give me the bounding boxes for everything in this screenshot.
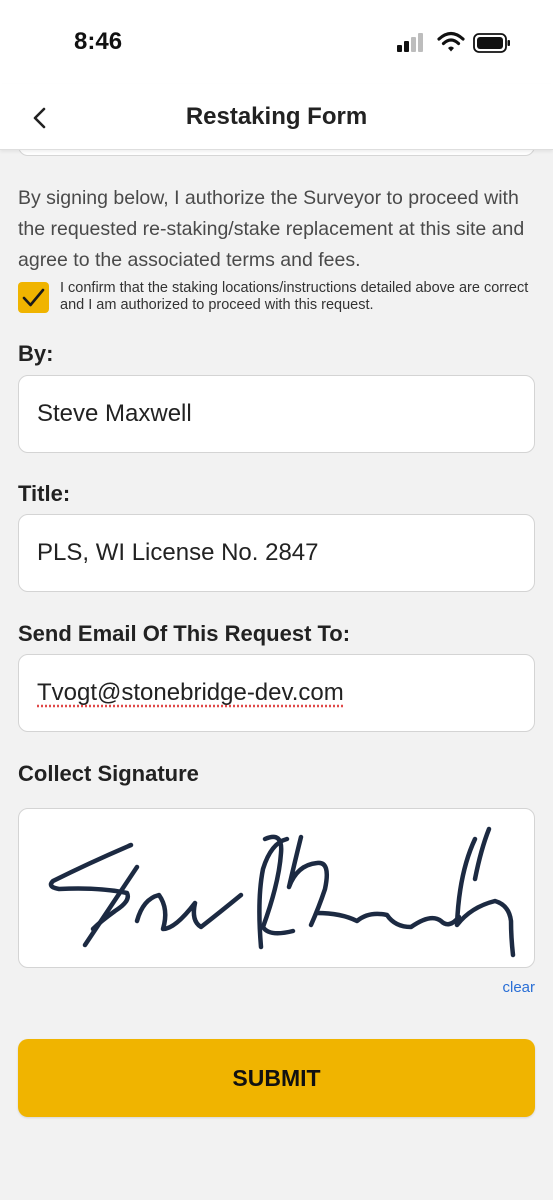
signature-pad[interactable] — [18, 808, 535, 968]
email-field[interactable]: Tvogt@stonebridge-dev.com — [18, 654, 535, 732]
clear-signature-link[interactable]: clear — [502, 979, 535, 996]
submit-button[interactable]: SUBMIT — [18, 1039, 535, 1117]
by-label: By: — [18, 341, 54, 366]
title-value: PLS, WI License No. 2847 — [37, 539, 319, 566]
status-bar: 8:46 — [0, 0, 553, 84]
email-label: Send Email Of This Request To: — [18, 621, 351, 646]
title-label: Title: — [18, 481, 71, 506]
previous-field[interactable] — [18, 150, 535, 156]
cellular-signal-icon — [397, 33, 423, 52]
confirm-checkbox[interactable] — [18, 282, 49, 313]
authorization-text: By signing below, I authorize the Survey… — [18, 187, 525, 271]
checkmark-icon — [22, 288, 45, 307]
form-content[interactable]: By signing below, I authorize the Survey… — [0, 150, 553, 1200]
page-title: Restaking Form — [185, 103, 368, 130]
handwritten-signature — [48, 826, 516, 958]
status-time: 8:46 — [74, 28, 123, 55]
by-field[interactable]: Steve Maxwell — [18, 375, 535, 453]
navigation-bar: Restaking Form — [0, 84, 553, 150]
by-value: Steve Maxwell — [37, 400, 192, 427]
signature-label: Collect Signature — [18, 761, 199, 786]
email-value: Tvogt@stonebridge-dev.com — [37, 679, 344, 706]
title-field[interactable]: PLS, WI License No. 2847 — [18, 514, 535, 592]
wifi-icon — [437, 31, 465, 52]
battery-icon — [473, 33, 510, 53]
confirm-text: I confirm that the staking locations/ins… — [60, 280, 529, 313]
